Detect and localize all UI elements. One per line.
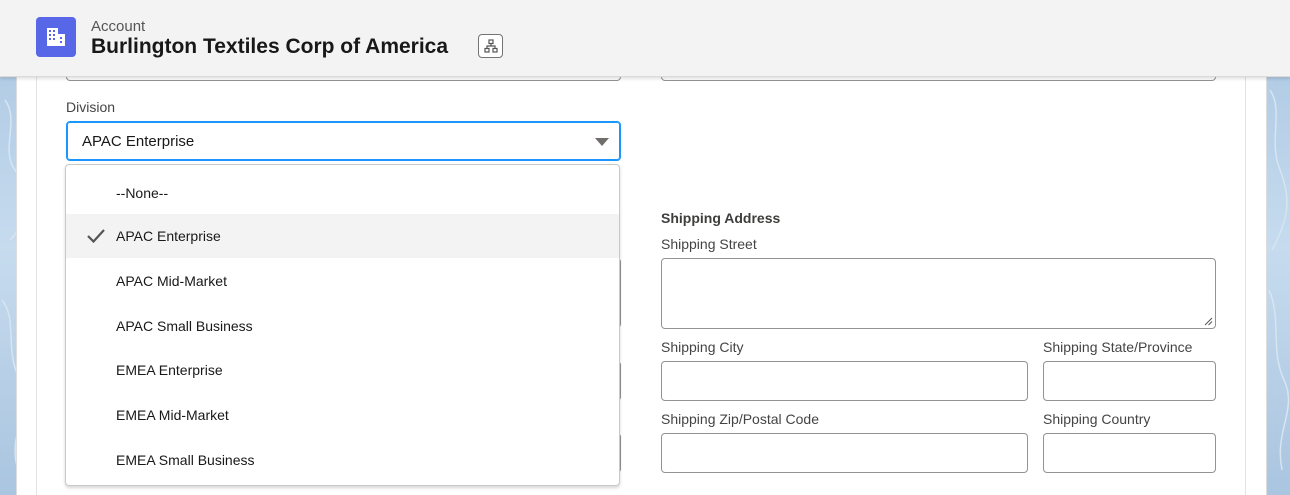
division-option-apac-mid-market[interactable]: APAC Mid-Market: [66, 259, 619, 303]
record-title: Burlington Textiles Corp of America: [91, 35, 449, 58]
division-option-apac-enterprise[interactable]: APAC Enterprise: [66, 214, 619, 258]
shipping-state-label: Shipping State/Province: [1043, 339, 1193, 355]
chevron-down-icon[interactable]: [595, 138, 609, 146]
shipping-state-input[interactable]: [1043, 361, 1216, 401]
resize-grip-icon[interactable]: [1204, 317, 1213, 326]
shipping-zip-input[interactable]: [661, 433, 1028, 473]
shipping-zip-label: Shipping Zip/Postal Code: [661, 411, 819, 427]
check-icon: [87, 229, 105, 244]
building-icon: [36, 17, 76, 57]
division-combobox[interactable]: APAC Enterprise: [66, 121, 621, 161]
shipping-city-label: Shipping City: [661, 339, 744, 355]
division-label: Division: [66, 99, 116, 115]
hierarchy-icon: [483, 39, 498, 53]
shipping-city-input[interactable]: [661, 361, 1028, 401]
shipping-street-label: Shipping Street: [661, 236, 757, 252]
object-label: Account: [91, 18, 146, 35]
division-selected-value: APAC Enterprise: [82, 133, 195, 150]
division-option-emea-mid-market[interactable]: EMEA Mid-Market: [66, 393, 619, 437]
division-option-apac-small-business[interactable]: APAC Small Business: [66, 304, 619, 348]
division-option-none[interactable]: --None--: [66, 171, 619, 215]
shipping-street-textarea[interactable]: [661, 258, 1216, 329]
view-hierarchy-button[interactable]: [478, 34, 503, 58]
division-option-emea-enterprise[interactable]: EMEA Enterprise: [66, 348, 619, 392]
division-dropdown-listbox: --None-- APAC Enterprise APAC Mid-Market…: [65, 164, 620, 486]
shipping-country-input[interactable]: [1043, 433, 1216, 473]
record-header: Account Burlington Textiles Corp of Amer…: [0, 0, 1290, 77]
shipping-country-label: Shipping Country: [1043, 411, 1151, 427]
division-option-emea-small-business[interactable]: EMEA Small Business: [66, 438, 619, 482]
shipping-address-title: Shipping Address: [661, 210, 781, 226]
